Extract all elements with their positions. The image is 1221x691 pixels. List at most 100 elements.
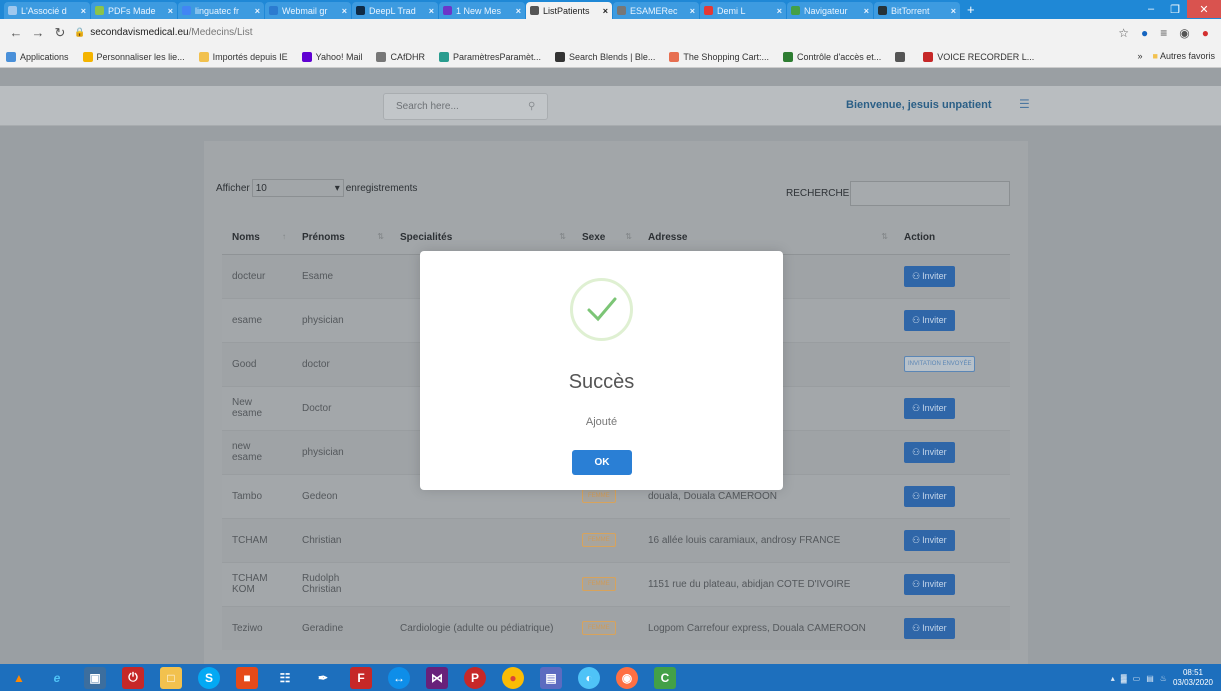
bookmark-item[interactable]: Yahoo! Mail [301,51,362,62]
other-bookmarks-folder[interactable]: ■ Autres favoris [1153,51,1215,61]
extension-list-icon[interactable]: ≡ [1160,26,1167,40]
extension-opera-icon[interactable]: ● [1202,26,1209,40]
signal-icon[interactable]: ▤ [1146,674,1154,683]
bookmarks-more-button[interactable]: » [1138,51,1143,61]
visual-studio-icon[interactable]: ⋈ [426,666,448,689]
column-header[interactable]: Adresse ⇅ [638,221,894,255]
file-explorer-icon[interactable]: □ [160,666,182,689]
media-app-icon[interactable]: ■ [236,666,258,689]
tray-arrow-icon[interactable]: ▴ [1111,674,1115,683]
tab-close-icon[interactable]: × [81,6,86,16]
header-search-input[interactable] [396,101,528,112]
app-icon[interactable]: ▣ [84,666,106,689]
invite-button[interactable]: ⚇ Inviter [904,573,955,595]
close-window-icon[interactable]: ✕ [1187,0,1221,18]
table-search-input[interactable] [850,181,1010,206]
tab-close-icon[interactable]: × [951,6,956,16]
bookmark-item[interactable]: Importés depuis IE [198,51,288,62]
internet-explorer-icon[interactable]: e [46,667,68,689]
invite-button[interactable]: ⚇ Inviter [904,397,955,419]
power-app-icon[interactable]: ⏻ [122,666,144,689]
tab-close-icon[interactable]: × [777,6,782,16]
search-icon[interactable]: ⚲ [528,101,535,112]
profile-icon[interactable]: ◉ [1179,26,1189,40]
tab-close-icon[interactable]: × [690,6,695,16]
minimize-icon[interactable]: – [1139,0,1163,18]
browser-tab[interactable]: ESAMERec × [613,2,699,19]
firefox-icon[interactable]: ◉ [616,666,638,689]
browser-tab[interactable]: ListPatients × [526,2,612,19]
bookmark-item[interactable]: Search Blends | Ble... [555,51,655,62]
page-size-select[interactable]: 10 ▾ [251,179,344,197]
browser-tab[interactable]: PDFs Made × [91,2,177,19]
bookmark-item[interactable]: ParamètresParamèt... [439,51,541,62]
bookmark-star-icon[interactable]: ☆ [1118,26,1129,40]
url-field[interactable]: 🔒 secondavismedical.eu/Medecins/List [74,23,1118,43]
network-tray-icon[interactable]: ▓ [1121,674,1127,683]
bookmark-item[interactable]: CAfDHR [376,51,425,62]
browser-app-icon[interactable]: ◐ [578,666,600,689]
teamviewer-icon[interactable]: ↔ [388,666,410,689]
sort-icon[interactable]: ⇅ [625,232,632,241]
tab-close-icon[interactable]: × [864,6,869,16]
column-header[interactable]: Noms ↑ [222,221,292,255]
browser-tab[interactable]: L'Associé d × [4,2,90,19]
bookmark-item[interactable] [895,51,909,62]
column-header[interactable]: Prénoms ⇅ [292,221,390,255]
tab-close-icon[interactable]: × [342,6,347,16]
sort-icon[interactable]: ⇅ [881,232,888,241]
sort-icon[interactable]: ⇅ [377,232,384,241]
chrome-icon[interactable]: ● [502,666,524,689]
tab-close-icon[interactable]: × [168,6,173,16]
browser-tab[interactable]: Demi L × [700,2,786,19]
tool-icon[interactable]: ✒ [312,667,334,689]
invite-button[interactable]: ⚇ Inviter [904,485,955,507]
sort-icon[interactable]: ⇅ [559,232,566,241]
battery-icon[interactable]: ▭ [1133,674,1141,683]
filezilla-icon[interactable]: F [350,666,372,689]
browser-tab[interactable]: 1 New Mes × [439,2,525,19]
skype-icon[interactable]: S [198,666,220,689]
reload-icon[interactable]: ↻ [52,25,68,41]
modal-ok-button[interactable]: OK [572,450,632,475]
tab-close-icon[interactable]: × [429,6,434,16]
pdf-app-icon[interactable]: P [464,666,486,689]
volume-icon[interactable]: ♨ [1160,674,1167,683]
maximize-icon[interactable]: ❐ [1163,0,1187,18]
browser-tab[interactable]: linguatec fr × [178,2,264,19]
welcome-message[interactable]: Bienvenue, jesuis unpatient [846,99,991,111]
bookmark-item[interactable]: Applications [6,51,69,62]
network-icon[interactable]: ☷ [274,667,296,689]
column-header[interactable]: Specialités ⇅ [390,221,572,255]
column-header[interactable]: Action [894,221,1010,255]
bookmark-item[interactable]: Personnaliser les lie... [82,51,185,62]
bookmark-item[interactable]: Contrôle d'accès et... [782,51,881,62]
page-size-value: 10 [255,182,267,194]
tab-close-icon[interactable]: × [603,6,608,16]
vlc-icon[interactable]: ▲ [8,667,30,689]
column-header[interactable]: Sexe ⇅ [572,221,638,255]
browser-tab[interactable]: Webmail gr × [265,2,351,19]
invite-button[interactable]: ⚇ Inviter [904,529,955,551]
bookmark-item[interactable]: VOICE RECORDER L... [923,51,1034,62]
browser-tab[interactable]: Navigateur × [787,2,873,19]
green-app-icon[interactable]: C [654,666,676,689]
bookmark-item[interactable]: The Shopping Cart:... [669,51,769,62]
forward-icon[interactable]: → [30,25,46,40]
invite-button[interactable]: ⚇ Inviter [904,309,955,331]
back-icon[interactable]: ← [8,25,24,40]
new-tab-button[interactable]: + [967,2,975,17]
sort-icon[interactable]: ↑ [282,232,286,241]
tab-close-icon[interactable]: × [255,6,260,16]
menu-icon[interactable]: ☰ [1019,97,1030,111]
clock[interactable]: 08:51 03/03/2020 [1173,668,1213,688]
invite-button[interactable]: ⚇ Inviter [904,265,955,287]
tab-close-icon[interactable]: × [516,6,521,16]
extension-icon[interactable]: ● [1141,26,1148,40]
cell-prenom: Doctor [292,385,390,430]
browser-tab[interactable]: BitTorrent × [874,2,960,19]
invite-button[interactable]: ⚇ Inviter [904,441,955,463]
invite-button[interactable]: ⚇ Inviter [904,617,955,639]
browser-tab[interactable]: DeepL Trad × [352,2,438,19]
document-app-icon[interactable]: ▤ [540,666,562,689]
